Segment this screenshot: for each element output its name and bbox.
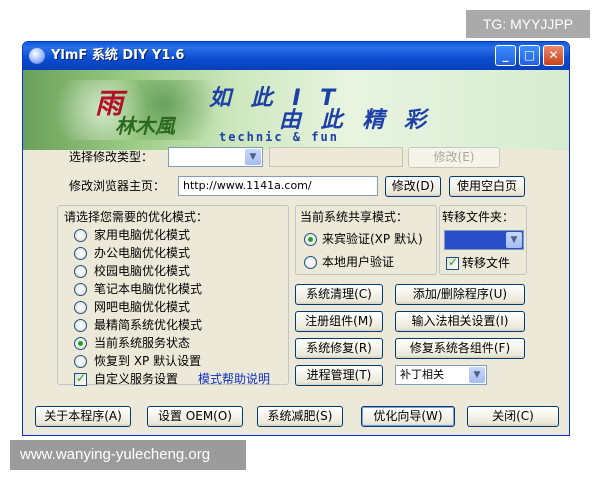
watermark-bottom: www.wanying-yulecheng.org <box>10 440 246 470</box>
app-window: YlmF 系统 DIY Y1.6 _ □ ✕ 雨 林木風 如 此 I T 由 此… <box>22 41 570 436</box>
chevron-down-icon[interactable]: ▼ <box>245 149 261 165</box>
modes-title: 请选择您需要的优化模式： <box>64 210 209 224</box>
system-repair-button[interactable]: 系统修复(R) <box>295 338 383 359</box>
mode-label-current: 当前系统服务状态 <box>94 336 191 350</box>
radio-home[interactable] <box>74 229 87 242</box>
transfer-group: 转移文件夹： ▼ 转移文件 <box>439 205 527 275</box>
chevron-down-icon[interactable]: ▼ <box>506 232 522 248</box>
radio-restore[interactable] <box>74 355 87 368</box>
oem-settings-button[interactable]: 设置 OEM(O) <box>147 406 243 427</box>
radio-current[interactable] <box>74 337 87 350</box>
homepage-label: 修改浏览器主页： <box>69 179 166 193</box>
chevron-down-icon[interactable]: ▼ <box>469 367 485 383</box>
close-button[interactable]: 关闭(C) <box>467 406 559 427</box>
mode-label-campus: 校园电脑优化模式 <box>94 264 191 278</box>
custom-service-label: 自定义服务设置 <box>94 372 179 386</box>
about-button[interactable]: 关于本程序(A) <box>35 406 131 427</box>
blank-page-button[interactable]: 使用空白页 <box>449 176 525 197</box>
minimize-button[interactable]: _ <box>495 45 516 66</box>
mode-label-restore: 恢复到 XP 默认设置 <box>94 354 202 368</box>
homepage-url-input[interactable]: http://www.1141a.com/ <box>178 176 378 196</box>
type-combo[interactable]: ▼ <box>168 147 263 167</box>
watermark-top: TG: MYYJJPP <box>466 10 590 38</box>
transfer-checkbox[interactable] <box>446 255 459 270</box>
type-modify-button[interactable]: 修改(E) <box>408 147 500 168</box>
close-window-button[interactable]: ✕ <box>543 45 564 66</box>
share-title: 当前系统共享模式： <box>300 210 409 224</box>
register-component-button[interactable]: 注册组件(M) <box>295 311 383 332</box>
title-bar[interactable]: YlmF 系统 DIY Y1.6 _ □ ✕ <box>23 42 569 70</box>
patch-combo[interactable]: 补丁相关 ▼ <box>395 365 487 385</box>
guest-auth-label: 来宾验证(XP 默认) <box>322 232 423 246</box>
brand-logo-sub: 林木風 <box>115 114 175 138</box>
add-remove-programs-button[interactable]: 添加/删除程序(U) <box>395 284 525 305</box>
mode-label-laptop: 笔记本电脑优化模式 <box>94 282 203 296</box>
transfer-combo[interactable]: ▼ <box>444 230 524 250</box>
local-auth-label: 本地用户验证 <box>322 255 395 269</box>
mode-label-office: 办公电脑优化模式 <box>94 246 191 260</box>
mode-help-link[interactable]: 模式帮助说明 <box>198 369 270 389</box>
radio-campus[interactable] <box>74 265 87 278</box>
radio-office[interactable] <box>74 247 87 260</box>
process-manager-button[interactable]: 进程管理(T) <box>295 365 383 386</box>
radio-guest-auth[interactable] <box>304 233 317 246</box>
type-value-field[interactable] <box>269 147 403 167</box>
homepage-modify-button[interactable]: 修改(D) <box>385 176 441 197</box>
radio-local-auth[interactable] <box>304 256 317 269</box>
type-label: 选择修改类型： <box>69 150 154 164</box>
radio-netcafe[interactable] <box>74 301 87 314</box>
repair-components-button[interactable]: 修复系统各组件(F) <box>395 338 525 359</box>
optimize-wizard-button[interactable]: 优化向导(W) <box>361 406 455 427</box>
input-method-settings-button[interactable]: 输入法相关设置(I) <box>395 311 525 332</box>
radio-minimal[interactable] <box>74 319 87 332</box>
transfer-title: 转移文件夹： <box>442 210 515 224</box>
maximize-button[interactable]: □ <box>519 45 540 66</box>
system-clean-button[interactable]: 系统清理(C) <box>295 284 383 305</box>
radio-laptop[interactable] <box>74 283 87 296</box>
share-group: 当前系统共享模式： 来宾验证(XP 默认) 本地用户验证 <box>295 205 437 275</box>
transfer-checkbox-label: 转移文件 <box>462 256 511 270</box>
slogan-english: technic & fun <box>219 130 339 144</box>
modes-group: 请选择您需要的优化模式： 家用电脑优化模式 办公电脑优化模式 校园电脑优化模式 … <box>57 205 289 386</box>
mode-label-home: 家用电脑优化模式 <box>94 228 191 242</box>
window-title: YlmF 系统 DIY Y1.6 <box>51 48 185 63</box>
mode-label-netcafe: 网吧电脑优化模式 <box>94 300 191 314</box>
patch-combo-value: 补丁相关 <box>400 368 444 381</box>
app-icon <box>29 48 45 64</box>
system-slim-button[interactable]: 系统减肥(S) <box>257 406 343 427</box>
custom-service-checkbox[interactable] <box>74 371 87 386</box>
banner: 雨 林木風 如 此 I T 由 此 精 彩 technic & fun <box>23 70 569 150</box>
mode-label-minimal: 最精简系统优化模式 <box>94 318 203 332</box>
